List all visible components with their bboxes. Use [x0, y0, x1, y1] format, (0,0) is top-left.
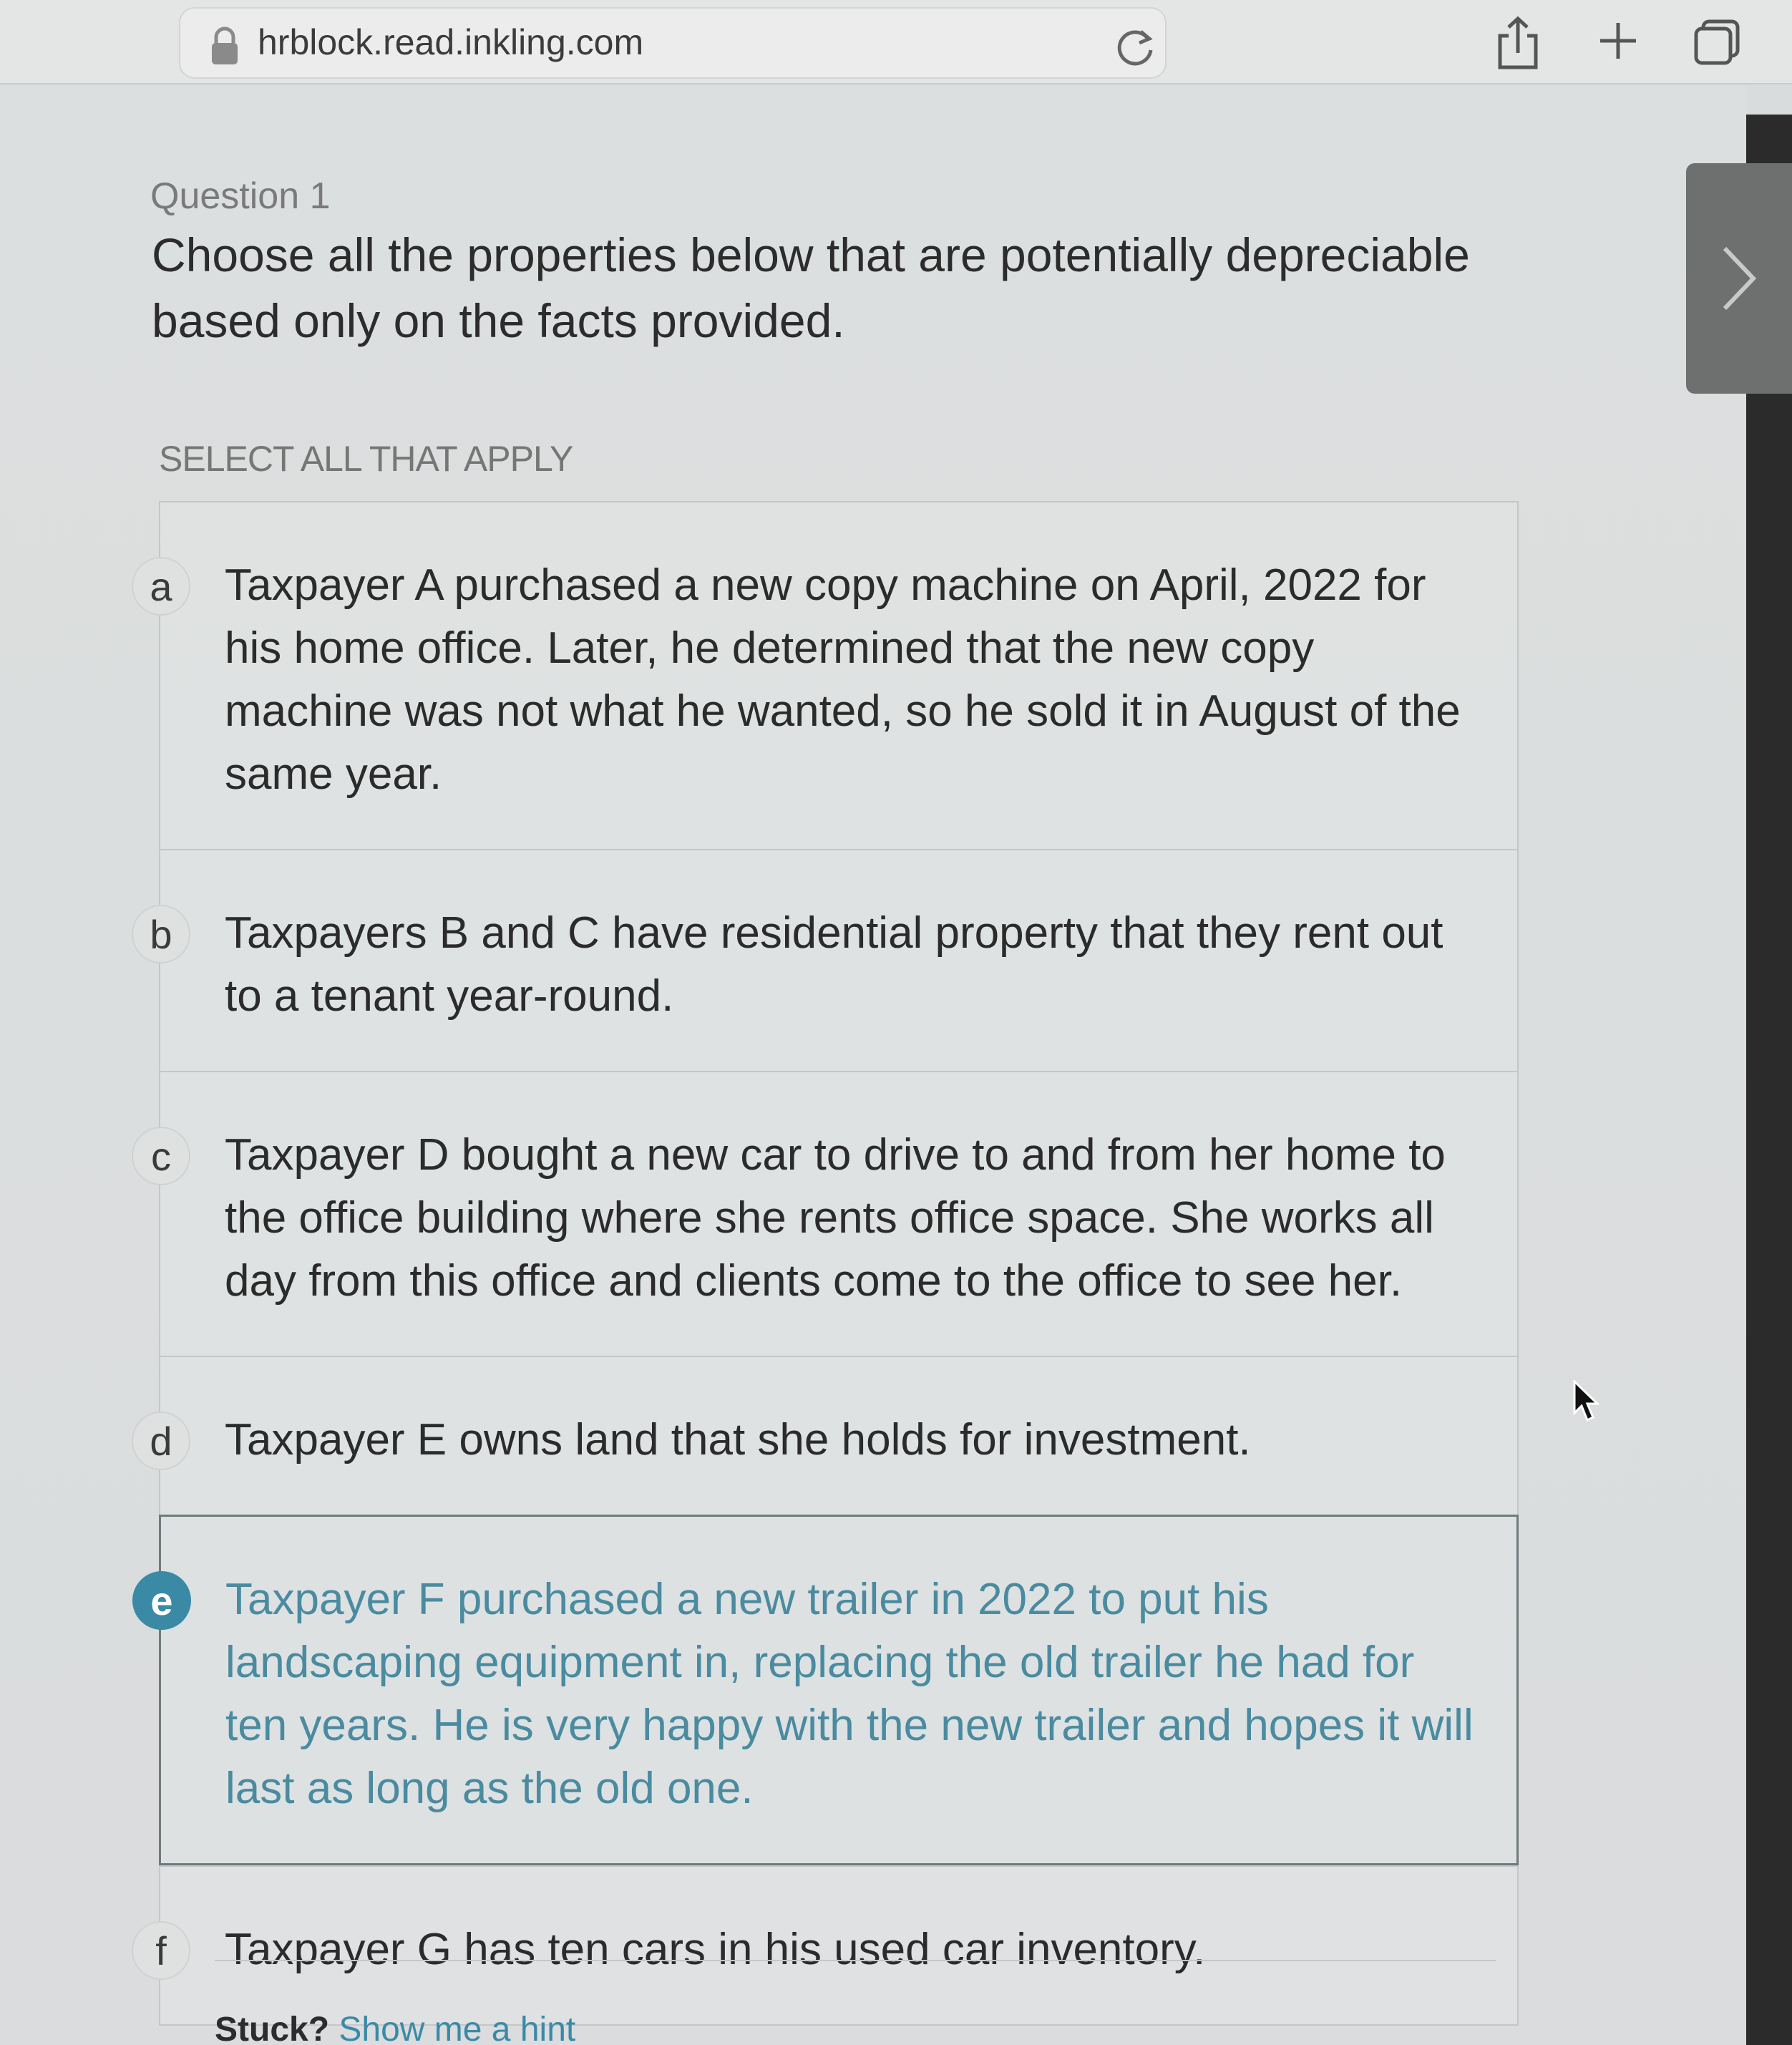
option-letter-badge: d: [132, 1412, 190, 1470]
divider: [215, 1960, 1496, 1961]
url-text[interactable]: hrblock.read.inkling.com: [258, 21, 643, 63]
option-text: Taxpayer F purchased a new trailer in 20…: [225, 1575, 1474, 1813]
reload-icon[interactable]: [1114, 24, 1158, 69]
share-icon[interactable]: [1494, 16, 1542, 70]
tabs-icon[interactable]: [1693, 19, 1740, 66]
hint-prompt: Stuck?: [215, 2011, 330, 2045]
option-text: Taxpayer A purchased a new copy machine …: [225, 560, 1461, 799]
lock-icon: [212, 26, 238, 64]
option-letter-badge: b: [132, 905, 190, 963]
chevron-right-icon: [1723, 246, 1757, 311]
option-d[interactable]: d Taxpayer E owns land that she holds fo…: [132, 1356, 1519, 1515]
option-letter-badge: f: [132, 1921, 190, 1980]
next-page-button[interactable]: [1686, 163, 1792, 394]
browser-toolbar: hrblock.read.inkling.com: [0, 0, 1792, 84]
option-text: Taxpayer G has ten cars in his used car …: [225, 1925, 1206, 1974]
option-b[interactable]: b Taxpayers B and C have residential pro…: [132, 849, 1519, 1071]
plus-icon[interactable]: [1596, 19, 1640, 63]
option-c[interactable]: c Taxpayer D bought a new car to drive t…: [132, 1071, 1519, 1356]
option-a[interactable]: a Taxpayer A purchased a new copy machin…: [132, 501, 1519, 849]
option-f[interactable]: f Taxpayer G has ten cars in his used ca…: [132, 1865, 1519, 2026]
option-letter-badge: c: [132, 1127, 190, 1185]
option-letter-badge: e: [132, 1571, 191, 1630]
option-text: Taxpayer E owns land that she holds for …: [225, 1415, 1251, 1464]
question-number: Question 1: [150, 175, 331, 217]
option-letter-badge: a: [132, 557, 190, 616]
option-text: Taxpayer D bought a new car to drive to …: [225, 1130, 1446, 1306]
hint-row: Stuck? Show me a hint: [215, 2010, 575, 2045]
show-hint-link[interactable]: Show me a hint: [339, 2011, 575, 2045]
side-panel-edge: [1746, 115, 1792, 2045]
option-e[interactable]: e Taxpayer F purchased a new trailer in …: [132, 1515, 1519, 1865]
option-text: Taxpayers B and C have residential prope…: [225, 908, 1443, 1021]
mouse-cursor-icon: [1573, 1380, 1600, 1422]
answer-options: a Taxpayer A purchased a new copy machin…: [132, 501, 1519, 2026]
question-text: Choose all the properties below that are…: [152, 228, 1470, 347]
instruction-text: SELECT ALL THAT APPLY: [159, 439, 573, 479]
